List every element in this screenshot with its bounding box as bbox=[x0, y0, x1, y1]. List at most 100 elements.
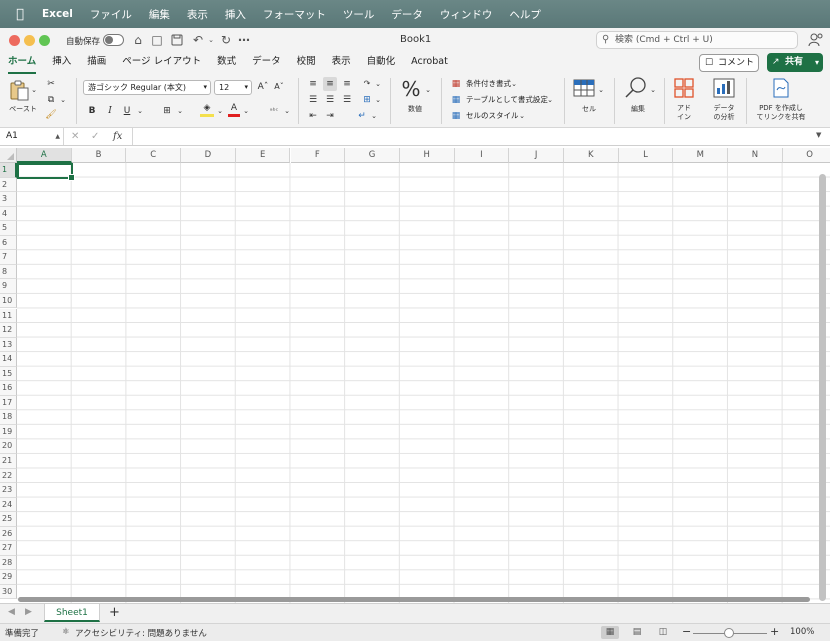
row-header-17[interactable]: 17 bbox=[0, 395, 17, 411]
decrease-indent-icon[interactable]: ⇤ bbox=[306, 109, 320, 123]
copy-icon[interactable]: ⧉ bbox=[44, 93, 58, 107]
editing-search-icon[interactable] bbox=[624, 76, 648, 100]
row-header-11[interactable]: 11 bbox=[0, 308, 17, 324]
cells-dropdown-chevron-icon[interactable]: ⌄ bbox=[597, 83, 605, 97]
tab-insert[interactable]: 挿入 bbox=[52, 52, 71, 74]
zoom-level[interactable]: 100% bbox=[790, 627, 814, 637]
underline-button[interactable]: U bbox=[121, 104, 133, 118]
fill-color-dropdown-chevron-icon[interactable]: ⌄ bbox=[216, 104, 224, 118]
menu-edit[interactable]: 編集 bbox=[149, 7, 170, 22]
column-header-o[interactable]: O bbox=[782, 148, 830, 163]
conditional-format-chevron-icon[interactable]: ⌄ bbox=[510, 77, 518, 91]
worksheet-grid[interactable]: ABCDEFGHIJKLMNO 1 2 3 4 5 6 7 8 9 10 11 12 13 14 15 16 1… bbox=[0, 148, 830, 603]
apple-icon[interactable]:  bbox=[12, 7, 28, 22]
font-color-icon[interactable]: A bbox=[228, 102, 240, 117]
row-header-5[interactable]: 5 bbox=[0, 221, 17, 236]
row-header-18[interactable]: 18 bbox=[0, 410, 17, 425]
zoom-in-icon[interactable]: + bbox=[770, 625, 779, 638]
menu-insert[interactable]: 挿入 bbox=[225, 7, 246, 22]
accessibility-status[interactable]: アクセシビリティ: 問題ありません bbox=[75, 627, 207, 639]
prev-sheet-icon[interactable]: ◀ bbox=[8, 607, 15, 617]
column-header-j[interactable]: J bbox=[509, 148, 564, 163]
active-cell-a1[interactable] bbox=[17, 163, 75, 181]
paste-dropdown-chevron-icon[interactable]: ⌄ bbox=[30, 83, 38, 97]
row-header-3[interactable]: 3 bbox=[0, 192, 17, 207]
format-as-table-chevron-icon[interactable]: ⌄ bbox=[546, 93, 554, 107]
close-window-button[interactable] bbox=[9, 35, 20, 46]
menu-view[interactable]: 表示 bbox=[187, 7, 208, 22]
formula-input[interactable] bbox=[132, 128, 814, 145]
menu-help[interactable]: ヘルプ bbox=[509, 7, 541, 22]
create-pdf-label-line2[interactable]: てリンクを共有 bbox=[752, 113, 810, 121]
phonetic-guide-icon[interactable]: ᵃᵇᶜ bbox=[265, 104, 283, 118]
align-center-icon[interactable]: ☰ bbox=[323, 93, 337, 107]
add-sheet-icon[interactable]: + bbox=[109, 605, 120, 621]
addins-label-line1[interactable]: アド bbox=[670, 104, 698, 112]
menu-tools[interactable]: ツール bbox=[343, 7, 375, 22]
page-layout-view-icon[interactable]: ▤ bbox=[628, 626, 646, 639]
tab-draw[interactable]: 描画 bbox=[87, 52, 106, 74]
row-header-6[interactable]: 6 bbox=[0, 235, 17, 251]
font-name-select[interactable]: 游ゴシック Regular (本文) ▾ bbox=[83, 80, 211, 95]
create-pdf-icon[interactable] bbox=[771, 78, 791, 98]
expand-formula-bar-icon[interactable]: ▼ bbox=[816, 131, 821, 139]
create-pdf-label-line1[interactable]: PDF を作成し bbox=[752, 104, 810, 112]
tab-page-layout[interactable]: ページ レイアウト bbox=[122, 52, 201, 74]
zoom-window-button[interactable] bbox=[39, 35, 50, 46]
row-header-10[interactable]: 10 bbox=[0, 293, 17, 309]
zoom-slider-thumb[interactable] bbox=[724, 628, 734, 638]
row-header-19[interactable]: 19 bbox=[0, 424, 17, 440]
font-color-dropdown-chevron-icon[interactable]: ⌄ bbox=[242, 104, 250, 118]
next-sheet-icon[interactable]: ▶ bbox=[25, 607, 32, 617]
format-as-table-button[interactable]: テーブルとして書式設定 bbox=[466, 94, 548, 106]
horizontal-scrollbar[interactable] bbox=[18, 597, 810, 602]
accessibility-icon[interactable]: ⚛ bbox=[62, 627, 70, 637]
search-input[interactable]: ⚲ 検索 (Cmd + Ctrl + U) bbox=[596, 31, 798, 49]
borders-dropdown-chevron-icon[interactable]: ⌄ bbox=[176, 104, 184, 118]
row-header-7[interactable]: 7 bbox=[0, 250, 17, 265]
borders-icon[interactable]: ⊞ bbox=[160, 104, 174, 118]
align-middle-icon[interactable]: ≡ bbox=[323, 77, 337, 91]
merge-dropdown-chevron-icon[interactable]: ⌄ bbox=[374, 93, 382, 107]
increase-indent-icon[interactable]: ⇥ bbox=[323, 109, 337, 123]
analyze-data-icon[interactable] bbox=[713, 78, 735, 98]
normal-view-icon[interactable]: ▦ bbox=[601, 626, 619, 639]
row-header-27[interactable]: 27 bbox=[0, 541, 17, 556]
row-header-4[interactable]: 4 bbox=[0, 206, 17, 222]
vertical-scrollbar[interactable] bbox=[819, 174, 826, 601]
addins-icon[interactable] bbox=[673, 78, 695, 98]
sheet-tab-sheet1[interactable]: Sheet1 bbox=[44, 604, 100, 622]
column-header-h[interactable]: H bbox=[399, 148, 455, 163]
format-painter-icon[interactable]: 🖌 bbox=[44, 108, 58, 122]
tab-acrobat[interactable]: Acrobat bbox=[411, 52, 448, 74]
row-header-20[interactable]: 20 bbox=[0, 439, 17, 454]
wrap-dropdown-chevron-icon[interactable]: ⌄ bbox=[370, 109, 378, 123]
row-header-13[interactable]: 13 bbox=[0, 337, 17, 353]
template-icon[interactable]: □ bbox=[149, 32, 165, 48]
row-header-15[interactable]: 15 bbox=[0, 366, 17, 382]
column-header-m[interactable]: M bbox=[673, 148, 729, 163]
save-icon[interactable] bbox=[169, 32, 185, 48]
row-header-14[interactable]: 14 bbox=[0, 352, 17, 367]
row-header-22[interactable]: 22 bbox=[0, 468, 17, 484]
font-size-select[interactable]: 12 ▾ bbox=[214, 80, 252, 95]
bold-button[interactable]: B bbox=[86, 104, 98, 118]
row-header-26[interactable]: 26 bbox=[0, 526, 17, 542]
analyze-data-label-line2[interactable]: の分析 bbox=[708, 113, 740, 121]
cancel-icon[interactable]: ✕ bbox=[71, 129, 79, 145]
conditional-format-button[interactable]: 条件付き書式 bbox=[466, 78, 511, 90]
tab-automate[interactable]: 自動化 bbox=[367, 52, 396, 74]
select-all-corner[interactable] bbox=[0, 148, 17, 163]
comments-button[interactable]: ☐ コメント bbox=[699, 54, 759, 72]
menu-data[interactable]: データ bbox=[391, 7, 423, 22]
align-top-icon[interactable]: ≡ bbox=[306, 77, 320, 91]
column-header-a[interactable]: A bbox=[17, 148, 72, 163]
column-header-f[interactable]: F bbox=[290, 148, 346, 163]
tab-review[interactable]: 校閲 bbox=[297, 52, 316, 74]
cell-styles-button[interactable]: セルのスタイル bbox=[466, 110, 519, 122]
wrap-text-icon[interactable]: ↵ bbox=[355, 109, 369, 123]
row-header-24[interactable]: 24 bbox=[0, 497, 17, 513]
cut-icon[interactable]: ✂ bbox=[44, 77, 58, 91]
column-header-k[interactable]: K bbox=[564, 148, 619, 163]
row-header-8[interactable]: 8 bbox=[0, 264, 17, 280]
